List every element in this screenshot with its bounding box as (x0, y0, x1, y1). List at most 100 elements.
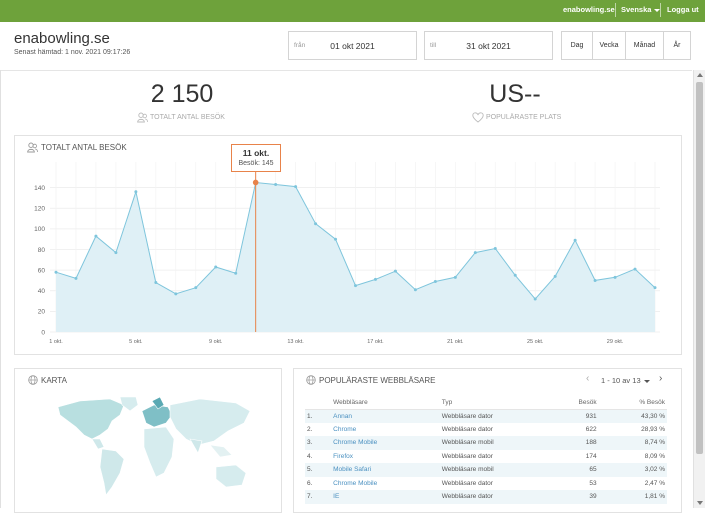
page-scrollbar[interactable] (693, 70, 705, 508)
y-tick-label: 60 (38, 267, 46, 274)
row-number: 5. (305, 463, 332, 477)
table-row[interactable]: 5. Mobile Safari Webbläsare mobil 65 3,02 % (305, 463, 667, 477)
map-australia[interactable] (215, 464, 247, 488)
data-point[interactable] (174, 292, 178, 296)
map-india[interactable] (189, 438, 203, 454)
scroll-down-icon[interactable] (697, 501, 703, 505)
x-tick-label: 17 okt. (367, 339, 384, 345)
data-point[interactable] (154, 281, 158, 284)
y-tick-label: 120 (34, 206, 45, 213)
x-tick-label: 25 okt. (527, 339, 544, 345)
data-point[interactable] (593, 278, 597, 282)
data-point[interactable] (433, 279, 437, 283)
row-type: Webbläsare dator (441, 425, 493, 433)
table-row[interactable]: 2. Chrome Webbläsare dator 622 28,93 % (305, 423, 667, 437)
data-point[interactable] (533, 297, 537, 301)
x-tick-label: 9 okt. (209, 339, 223, 345)
data-point[interactable] (214, 265, 218, 269)
pager-next-icon[interactable]: › (659, 373, 662, 384)
data-point[interactable] (274, 183, 278, 187)
row-type: Webbläsare dator (439, 490, 541, 504)
row-browser: Annan (331, 409, 440, 423)
row-number: 4. (307, 452, 313, 460)
data-point[interactable] (234, 271, 238, 275)
y-tick-label: 140 (34, 185, 45, 192)
data-point[interactable] (573, 238, 577, 242)
row-browser: Chrome (333, 425, 357, 433)
pager-range-label: 1 - 10 av 13 (601, 376, 641, 385)
data-point[interactable] (393, 269, 397, 273)
data-point[interactable] (294, 185, 298, 189)
y-tick-label: 40 (38, 288, 46, 295)
row-visits: 174 (585, 452, 597, 460)
scroll-up-icon[interactable] (697, 73, 703, 77)
data-point[interactable] (373, 277, 377, 281)
row-browser: IE (331, 490, 440, 504)
table-row[interactable]: 7. IE Webbläsare dator 39 1,81 % (305, 490, 667, 504)
data-point[interactable] (54, 270, 58, 274)
row-number: 6. (307, 479, 313, 487)
row-number: 2. (307, 425, 313, 433)
y-tick-label: 80 (38, 247, 46, 254)
globe-icon (28, 375, 38, 385)
data-point[interactable] (134, 190, 138, 194)
data-point[interactable] (513, 273, 517, 277)
data-point[interactable] (354, 284, 357, 288)
browsers-title: POPULÄRASTE WEBBLÄSARE (319, 376, 436, 385)
table-row[interactable]: 1. Annan Webbläsare dator 931 43,30 % (305, 409, 667, 423)
chevron-down-icon (643, 379, 650, 383)
row-type: Webbläsare dator (439, 409, 541, 423)
data-point[interactable] (653, 286, 657, 290)
data-point[interactable] (413, 288, 417, 292)
world-map[interactable] (50, 395, 260, 503)
map-europe[interactable] (141, 404, 173, 428)
row-number: 1. (305, 409, 332, 423)
map-central-america[interactable] (91, 438, 105, 450)
scroll-thumb[interactable] (696, 82, 703, 454)
table-row[interactable]: 6. Chrome Mobile Webbläsare dator 53 2,47 % (305, 477, 667, 491)
chart-tooltip: 11 okt. Besök: 145 (231, 144, 281, 172)
pager-range-select[interactable]: 1 - 10 av 13 (601, 376, 650, 385)
tooltip-title: 11 okt. (242, 148, 270, 158)
map-south-america[interactable] (99, 448, 125, 496)
data-point[interactable] (94, 234, 98, 238)
x-tick-label: 5 okt. (129, 339, 143, 345)
map-north-america[interactable] (57, 398, 125, 440)
map-title: KARTA (41, 376, 67, 385)
highlight-point[interactable] (252, 179, 259, 186)
browsers-table: Webbläsare Typ Besök % Besök 1. Annan Webb… (305, 397, 667, 504)
globe-icon (306, 375, 316, 385)
row-visits-pct: 2,47 % (644, 479, 665, 487)
table-header-row: Webbläsare Typ Besök % Besök (305, 397, 667, 410)
data-point[interactable] (453, 275, 457, 279)
row-visits: 53 (589, 479, 597, 487)
pager-prev-icon[interactable]: ‹ (586, 373, 589, 384)
map-africa[interactable] (143, 426, 175, 478)
row-visits-pct: 28,93 % (641, 425, 665, 433)
row-visits: 65 (540, 463, 599, 477)
row-type: Webbläsare mobil (439, 436, 541, 450)
table-row[interactable]: 3. Chrome Mobile Webbläsare mobil 188 8,74 % (305, 436, 667, 450)
data-point[interactable] (553, 274, 557, 278)
y-tick-label: 0 (41, 329, 45, 336)
table-row[interactable]: 4. Firefox Webbläsare dator 174 8,09 % (305, 450, 667, 464)
data-point[interactable] (314, 222, 318, 226)
data-point[interactable] (334, 237, 338, 241)
data-point[interactable] (194, 286, 198, 290)
map-asia[interactable] (169, 398, 251, 446)
data-point[interactable] (613, 275, 617, 279)
x-tick-label: 21 okt. (447, 339, 464, 345)
row-browser: Chrome Mobile (333, 479, 378, 487)
col-visits: Besök (540, 397, 599, 410)
data-point[interactable] (493, 246, 497, 250)
data-point[interactable] (114, 251, 118, 255)
data-point[interactable] (633, 267, 637, 271)
x-tick-label: 29 okt. (607, 339, 624, 345)
data-point[interactable] (74, 276, 78, 280)
map-southeast-asia[interactable] (209, 444, 233, 458)
row-visits: 188 (540, 436, 599, 450)
row-type: Webbläsare mobil (439, 463, 541, 477)
row-visits: 622 (585, 425, 597, 433)
row-browser: Firefox (333, 452, 354, 460)
data-point[interactable] (473, 251, 477, 255)
